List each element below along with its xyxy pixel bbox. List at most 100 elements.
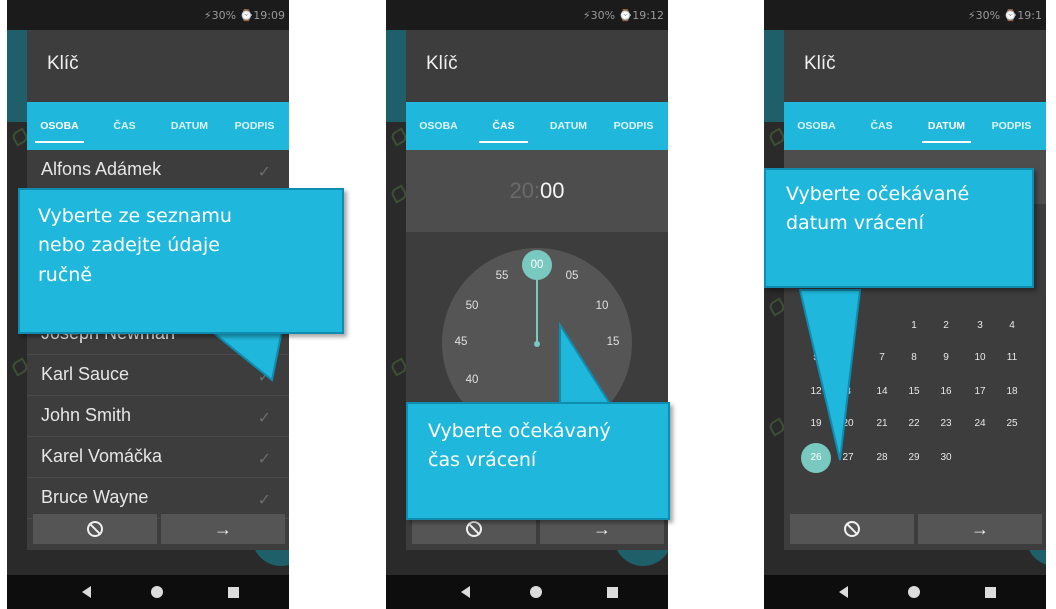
calendar-day[interactable]: 15 [898, 386, 930, 397]
tab-date[interactable]: DATUM [536, 102, 601, 150]
calendar-day[interactable]: 22 [898, 418, 930, 429]
cancel-icon [466, 520, 482, 537]
calendar-day[interactable]: 21 [866, 418, 898, 429]
list-item[interactable]: John Smith ✓ [27, 396, 289, 437]
clock-selected-minute[interactable]: 00 [522, 250, 552, 280]
next-button[interactable]: → [161, 514, 285, 544]
calendar-day[interactable]: 9 [930, 352, 962, 363]
calendar-day[interactable]: 4 [996, 320, 1028, 331]
callout-line: ručně [38, 263, 93, 286]
callout-line: Vyberte ze seznamu [38, 205, 232, 227]
tab-signature[interactable]: PODPIS [222, 102, 287, 150]
key-dialog: Klíč OSOBA ČAS DATUM PODPIS 1 2 3 4 5 7 … [784, 30, 1046, 550]
navigation-bar [386, 575, 668, 609]
calendar-day[interactable]: 3 [832, 386, 864, 397]
check-icon: ✓ [257, 369, 271, 386]
status-bar: ⚡30% ⌚19:12 [386, 0, 668, 30]
calendar-day[interactable]: 10 [964, 352, 996, 363]
callout-line: datum vrácení [786, 212, 924, 235]
calendar-day[interactable]: 11 [996, 352, 1028, 363]
cancel-button[interactable] [790, 514, 914, 544]
home-icon[interactable] [530, 586, 542, 598]
calendar-day[interactable]: 1 [898, 320, 930, 331]
person-name: Karel Vomáčka [41, 446, 163, 466]
tab-date[interactable]: DATUM [157, 102, 222, 150]
cancel-icon [87, 520, 103, 537]
recent-apps-icon[interactable] [228, 587, 239, 598]
callout-line: čas vrácení [428, 449, 537, 472]
callout-time: Vyberte očekávaný čas vrácení [406, 402, 670, 520]
back-icon[interactable] [839, 586, 848, 598]
clock-number[interactable]: 40 [460, 374, 484, 386]
back-icon[interactable] [82, 586, 91, 598]
tab-signature[interactable]: PODPIS [601, 102, 666, 150]
calendar-day[interactable]: 30 [930, 452, 962, 463]
calendar-day[interactable]: 17 [964, 386, 996, 397]
person-name: Alfons Adámek [41, 159, 162, 179]
clock-number[interactable]: 10 [590, 300, 614, 312]
tab-bar: OSOBA ČAS DATUM PODPIS [406, 102, 668, 150]
calendar-day-selected[interactable]: 26 [801, 443, 831, 473]
phone-screen-date: ⚡30% ⌚19:1 Klíč OSOBA ČAS DATUM PODPIS 1… [764, 0, 1046, 609]
calendar-day[interactable]: 24 [964, 418, 996, 429]
check-icon: ✓ [257, 451, 271, 468]
calendar-day[interactable]: 14 [866, 386, 898, 397]
time-minute[interactable]: 00 [540, 178, 564, 203]
clock-center [534, 341, 540, 347]
home-icon[interactable] [908, 586, 920, 598]
tab-person[interactable]: OSOBA [406, 102, 471, 150]
next-button[interactable]: → [918, 514, 1042, 544]
clock-hand [536, 277, 538, 343]
calendar-day[interactable]: 5 [800, 352, 832, 363]
back-icon[interactable] [461, 586, 470, 598]
calendar-day[interactable]: 23 [930, 418, 962, 429]
clock-number[interactable]: 15 [601, 336, 625, 348]
clock-number[interactable]: 55 [490, 270, 514, 282]
calendar-day[interactable]: 18 [996, 386, 1028, 397]
tab-time[interactable]: ČAS [92, 102, 157, 150]
recent-apps-icon[interactable] [607, 587, 618, 598]
clock-number[interactable]: 50 [460, 300, 484, 312]
tab-bar: OSOBA ČAS DATUM PODPIS [784, 102, 1046, 150]
time-hour[interactable]: 20: [509, 178, 540, 203]
tab-person[interactable]: OSOBA [27, 102, 92, 150]
check-icon: ✓ [257, 164, 271, 181]
calendar-day[interactable]: 20 [832, 418, 864, 429]
time-readout: 20:00 [406, 150, 668, 232]
recent-apps-icon[interactable] [985, 587, 996, 598]
calendar-day[interactable]: 25 [996, 418, 1028, 429]
calendar-day[interactable]: 29 [898, 452, 930, 463]
tab-bar: OSOBA ČAS DATUM PODPIS [27, 102, 289, 150]
cancel-button[interactable] [33, 514, 157, 544]
arrow-right-icon: → [214, 519, 232, 539]
tab-signature[interactable]: PODPIS [979, 102, 1044, 150]
list-item[interactable]: Bruce Wayne ✓ [27, 478, 289, 519]
tab-date[interactable]: DATUM [914, 102, 979, 150]
list-item[interactable]: Alfons Adámek ✓ [27, 150, 289, 191]
list-item[interactable]: Karl Sauce ✓ [27, 355, 289, 396]
tab-time[interactable]: ČAS [471, 102, 536, 150]
calendar-day[interactable]: 16 [930, 386, 962, 397]
calendar-day[interactable]: 12 [800, 386, 832, 397]
calendar-day[interactable]: 2 [930, 320, 962, 331]
calendar-day[interactable]: 3 [964, 320, 996, 331]
tab-time[interactable]: ČAS [849, 102, 914, 150]
clock-number[interactable]: 45 [449, 336, 473, 348]
home-icon[interactable] [151, 586, 163, 598]
callout-line: Vyberte očekávaný [428, 420, 611, 442]
callout-person: Vyberte ze seznamu nebo zadejte údaje ru… [18, 188, 344, 334]
tab-person[interactable]: OSOBA [784, 102, 849, 150]
arrow-right-icon: → [593, 519, 611, 539]
person-name: Karl Sauce [41, 364, 130, 384]
calendar-day[interactable]: 19 [800, 418, 832, 429]
calendar-day[interactable]: 27 [832, 452, 864, 463]
clock-number[interactable]: 05 [560, 270, 584, 282]
calendar-day[interactable]: 8 [898, 352, 930, 363]
callout-line: Vyberte očekávané [786, 183, 970, 205]
list-item[interactable]: Karel Vomáčka ✓ [27, 437, 289, 478]
dialog-title: Klíč [804, 53, 836, 74]
calendar-day[interactable]: 7 [866, 352, 898, 363]
calendar-day[interactable]: 28 [866, 452, 898, 463]
status-bar: ⚡30% ⌚19:09 [7, 0, 289, 30]
check-icon: ✓ [257, 410, 271, 427]
